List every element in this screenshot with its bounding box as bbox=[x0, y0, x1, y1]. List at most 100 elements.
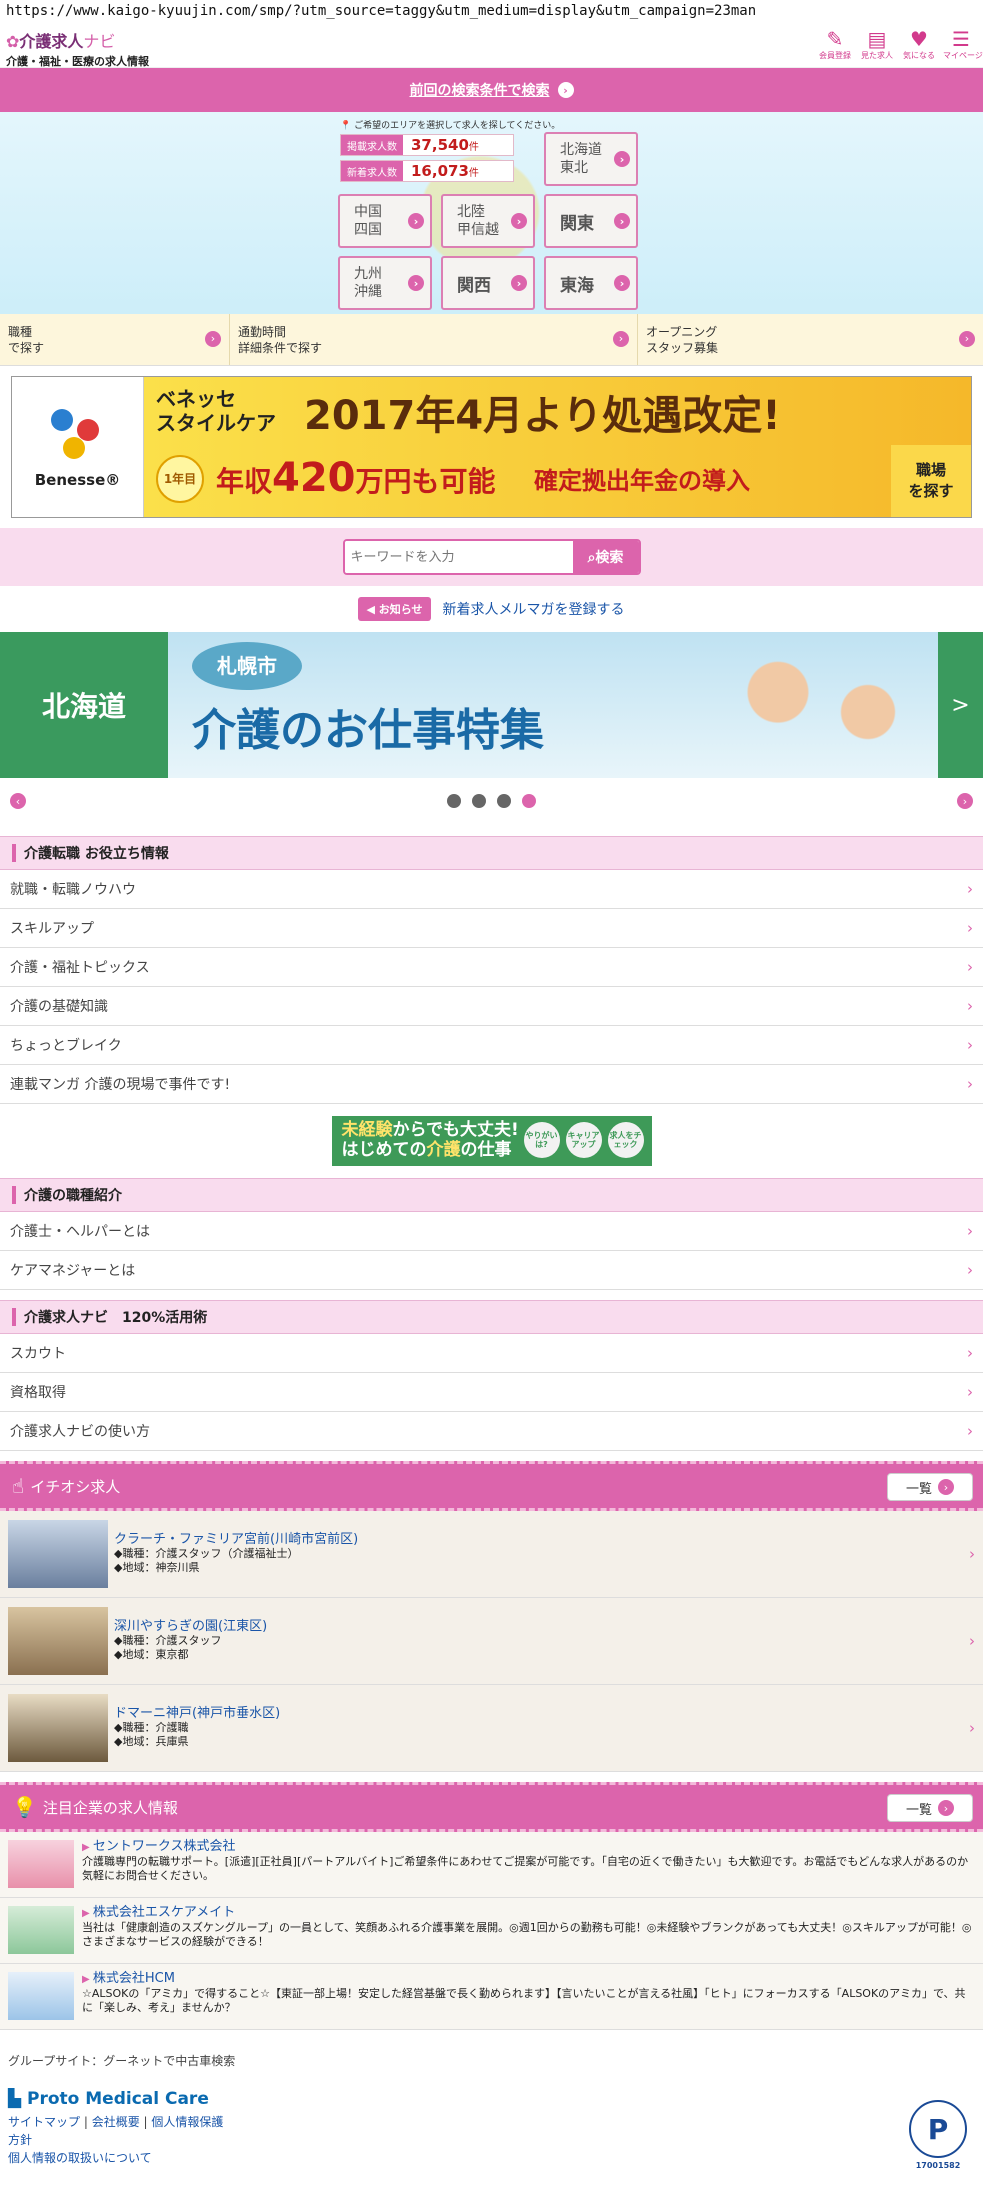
megaphone-icon: ◀ bbox=[366, 603, 379, 616]
job-type: ◆職種：介護スタッフ bbox=[114, 1634, 222, 1647]
chevron-right-icon: › bbox=[938, 1479, 954, 1495]
list-item[interactable]: スキルアップ › bbox=[0, 909, 983, 948]
register-button[interactable]: ✎ 会員登録 bbox=[817, 28, 853, 61]
mid-b: からでも大丈夫! bbox=[392, 1120, 519, 1140]
search-by-jobtype[interactable]: 職種 で探す › bbox=[0, 314, 230, 365]
company-profile-link[interactable]: 会社概要 bbox=[92, 2115, 140, 2129]
list-item[interactable]: 介護士・ヘルパーとは › bbox=[0, 1212, 983, 1251]
companies-more-button[interactable]: 一覧 › bbox=[887, 1794, 973, 1822]
carousel-dot[interactable] bbox=[497, 794, 511, 808]
hokkaido-banner[interactable]: 北海道 札幌市 介護のお仕事特集 > bbox=[0, 632, 983, 778]
chevron-right-icon: › bbox=[614, 151, 630, 167]
more-label: 一覧 bbox=[905, 1802, 932, 1818]
search-button[interactable]: ⌕検索 bbox=[572, 541, 639, 573]
chevron-right-icon: › bbox=[967, 997, 973, 1015]
cat-line2: スタッフ募集 bbox=[646, 341, 719, 355]
staff-photo bbox=[718, 646, 918, 778]
company-item[interactable]: ▶ 株式会社HCM ☆ALSOKの「アミカ」で得すること☆【東証一部上場！安定した… bbox=[0, 1964, 983, 2030]
list-item-label: 介護士・ヘルパーとは bbox=[10, 1224, 150, 1240]
company-link[interactable]: セントワークス株式会社 bbox=[93, 1839, 236, 1854]
carousel-prev-icon[interactable]: ‹ bbox=[10, 793, 26, 809]
job-link[interactable]: 深川やすらぎの園(江東区) bbox=[114, 1619, 267, 1634]
job-item[interactable]: クラーチ・ファミリア宮前(川崎市宮前区) ◆職種：介護スタッフ（介護福祉士） ◆地域… bbox=[0, 1511, 983, 1598]
banner-company-line1: ベネッセ bbox=[156, 387, 236, 411]
job-link[interactable]: ドマーニ神戸(神戸市垂水区) bbox=[114, 1706, 280, 1721]
newsletter-link[interactable]: 新着求人メルマガを登録する bbox=[443, 599, 625, 619]
keyword-input[interactable] bbox=[344, 541, 573, 573]
pickup-more-button[interactable]: 一覧 › bbox=[887, 1473, 973, 1501]
region-hokkaido-tohoku[interactable]: 北海道 東北 › bbox=[544, 132, 638, 186]
sitemap-link[interactable]: サイトマップ bbox=[8, 2115, 80, 2129]
region-hokuriku-koshinetsu[interactable]: 北陸 甲信越 › bbox=[441, 194, 535, 248]
job-link[interactable]: クラーチ・ファミリア宮前(川崎市宮前区) bbox=[114, 1532, 358, 1547]
new-count: 新着求人数 16,073 件 bbox=[340, 160, 514, 182]
company-logo bbox=[8, 1906, 74, 1954]
privacy-policy-link[interactable]: 個人情報保護 bbox=[151, 2115, 223, 2129]
group-label: グループサイト： bbox=[8, 2054, 104, 2068]
carousel-next-icon[interactable]: › bbox=[957, 793, 973, 809]
carousel-dot-active[interactable] bbox=[522, 794, 536, 808]
list-item-label: スカウト bbox=[10, 1346, 66, 1362]
job-item[interactable]: ドマーニ神戸(神戸市垂水区) ◆職種：介護職 ◆地域：兵庫県 › bbox=[0, 1685, 983, 1772]
mid-icon-2: キャリアアップ bbox=[565, 1122, 602, 1158]
job-photo bbox=[8, 1694, 108, 1762]
list-item[interactable]: ケアマネジャーとは › bbox=[0, 1251, 983, 1290]
register-label: 会員登録 bbox=[819, 51, 851, 60]
notice-row: ◀ お知らせ 新着求人メルマガを登録する bbox=[0, 586, 983, 632]
list-item[interactable]: 介護・福祉トピックス › bbox=[0, 948, 983, 987]
site-logo[interactable]: ✿介護求人ナビ 介護・福祉・医療の求人情報 bbox=[6, 28, 149, 69]
beginner-banner[interactable]: 未経験からでも大丈夫! はじめての介護の仕事 やりがいは? キャリアアップ 求人をチ… bbox=[331, 1116, 652, 1166]
chevron-right-icon: › bbox=[967, 1222, 973, 1240]
region-chugoku-shikoku[interactable]: 中国 四国 › bbox=[338, 194, 432, 248]
banner2-next-icon[interactable]: > bbox=[938, 632, 983, 778]
company-item[interactable]: ▶ セントワークス株式会社 介護職専門の転職サポート。[派遣][正社員][パートア… bbox=[0, 1832, 983, 1898]
favorites-label: 気になる bbox=[903, 51, 935, 60]
chevron-right-icon: › bbox=[967, 958, 973, 976]
carousel-dot[interactable] bbox=[472, 794, 486, 808]
list-item[interactable]: 介護の基礎知識 › bbox=[0, 987, 983, 1026]
list-item[interactable]: 資格取得 › bbox=[0, 1373, 983, 1412]
region-kanto[interactable]: 関東 › bbox=[544, 194, 638, 248]
list-item-label: ケアマネジャーとは bbox=[10, 1263, 136, 1279]
company-link[interactable]: 株式会社エスケアメイト bbox=[93, 1905, 235, 1920]
benesse-banner[interactable]: Benesse® ベネッセ スタイルケア 2017年4月より処遇改定! 1年目 年… bbox=[11, 376, 972, 518]
banner-cta[interactable]: 職場 を探す bbox=[891, 445, 971, 517]
favorites-button[interactable]: ♥ 気になる bbox=[901, 28, 937, 61]
carousel-dot[interactable] bbox=[447, 794, 461, 808]
region-kansai[interactable]: 関西 › bbox=[441, 256, 535, 310]
pickup-header: ☝ イチオシ求人 一覧 › bbox=[0, 1461, 983, 1511]
banner-year-badge: 1年目 bbox=[156, 455, 204, 503]
viewed-jobs-button[interactable]: ▤ 見た求人 bbox=[859, 28, 895, 61]
pmc-icon: ▙ bbox=[8, 2089, 27, 2109]
tips-list: 就職・転職ノウハウ › スキルアップ › 介護・福祉トピックス › 介護の基礎知識 › … bbox=[0, 870, 983, 1104]
list-item[interactable]: ちょっとブレイク › bbox=[0, 1026, 983, 1065]
address-bar[interactable]: https://www.kaigo-kyuujin.com/smp/?utm_s… bbox=[0, 0, 983, 24]
policy-link[interactable]: 方針 bbox=[8, 2133, 32, 2147]
list-item-label: 資格取得 bbox=[10, 1385, 66, 1401]
search-by-commute[interactable]: 通勤時間 詳細条件で探す › bbox=[230, 314, 638, 365]
personal-info-link[interactable]: 個人情報の取扱いについて bbox=[8, 2151, 152, 2165]
beginner-banner-row: 未経験からでも大丈夫! はじめての介護の仕事 やりがいは? キャリアアップ 求人をチ… bbox=[0, 1104, 983, 1178]
chevron-right-icon: › bbox=[969, 1545, 975, 1563]
pmark-number: 17001582 bbox=[915, 2161, 961, 2170]
chevron-right-icon: › bbox=[614, 213, 630, 229]
region-tokai[interactable]: 東海 › bbox=[544, 256, 638, 310]
banner-company: ベネッセ スタイルケア bbox=[156, 387, 276, 435]
company-item[interactable]: ▶ 株式会社エスケアメイト 当社は「健康創造のスズケングループ」の一員として、笑顔… bbox=[0, 1898, 983, 1964]
banner2-title: 介護のお仕事特集 bbox=[192, 705, 544, 756]
list-item[interactable]: スカウト › bbox=[0, 1334, 983, 1373]
search-opening-staff[interactable]: オープニング スタッフ募集 › bbox=[638, 314, 983, 365]
list-item[interactable]: 就職・転職ノウハウ › bbox=[0, 870, 983, 909]
chevron-right-icon: › bbox=[205, 331, 221, 347]
region-kyushu-okinawa[interactable]: 九州 沖縄 › bbox=[338, 256, 432, 310]
list-item[interactable]: 介護求人ナビの使い方 › bbox=[0, 1412, 983, 1451]
job-item[interactable]: 深川やすらぎの園(江東区) ◆職種：介護スタッフ ◆地域：東京都 › bbox=[0, 1598, 983, 1685]
list-item-label: 連載マンガ 介護の現場で事件です! bbox=[10, 1077, 231, 1093]
list-item-label: 介護・福祉トピックス bbox=[10, 960, 150, 976]
list-item[interactable]: 連載マンガ 介護の現場で事件です! › bbox=[0, 1065, 983, 1104]
company-link[interactable]: 株式会社HCM bbox=[93, 1971, 175, 1986]
brand-name: Benesse® bbox=[34, 471, 121, 489]
previous-search-button[interactable]: 前回の検索条件で検索 › bbox=[0, 68, 983, 112]
mypage-button[interactable]: ☰ マイページ bbox=[943, 28, 983, 61]
group-site-link[interactable]: グーネットで中古車検索 bbox=[103, 2054, 235, 2068]
